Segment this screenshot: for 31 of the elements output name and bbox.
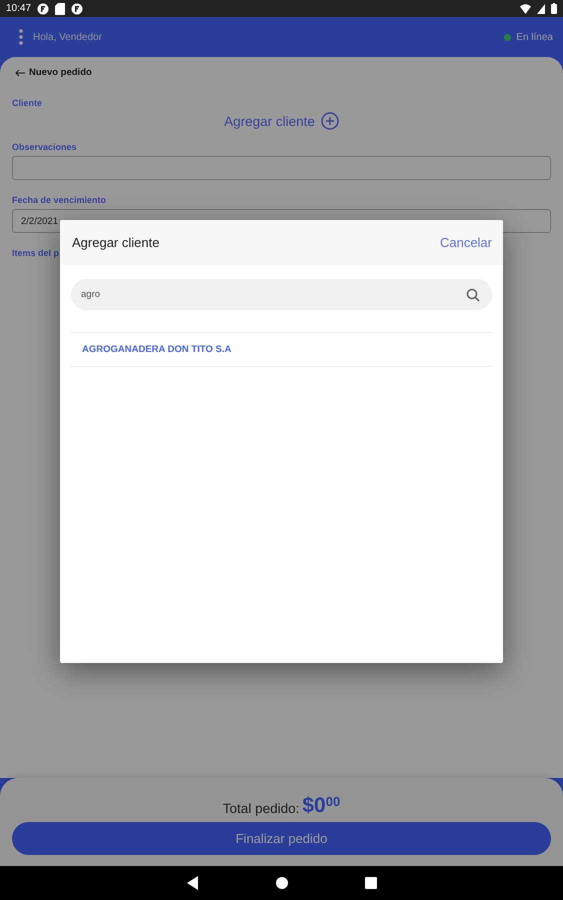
search-field[interactable]: agro [71, 279, 492, 310]
field-label: Fecha de vencimiento [12, 195, 108, 205]
field-label: Cliente [12, 98, 44, 108]
search-icon[interactable] [466, 288, 480, 302]
back-arrow-icon[interactable] [15, 68, 25, 76]
app-notification-icon [71, 2, 84, 14]
app-notification-icon [37, 2, 50, 14]
wifi-icon [520, 4, 531, 14]
dialog-title: Agregar cliente [72, 235, 160, 250]
menu-icon[interactable] [19, 29, 23, 45]
add-client-button[interactable]: Agregar cliente [224, 112, 339, 130]
battery-icon [551, 3, 557, 14]
finish-order-button[interactable]: Finalizar pedido [12, 822, 551, 855]
page-title: Nuevo pedido [29, 67, 92, 78]
recents-icon[interactable] [364, 877, 376, 889]
cancel-button[interactable]: Cancelar [440, 235, 492, 250]
total-cents: 00 [326, 794, 340, 809]
field-label: Items del p [12, 248, 60, 258]
clock-time: 10:47 [6, 3, 32, 14]
back-icon[interactable] [186, 876, 198, 890]
notes-field[interactable] [12, 156, 551, 180]
total-amount: $0 [302, 794, 326, 818]
field-label: Observaciones [12, 142, 78, 152]
sd-card-icon [55, 2, 66, 14]
greeting-text: Hola, Vendedor [33, 32, 102, 42]
signal-icon [537, 4, 545, 14]
client-result-item[interactable]: AGROGANADERA DON TITO S.A [71, 333, 492, 367]
add-circle-icon [320, 112, 339, 130]
total-label: Total pedido: [222, 801, 300, 816]
home-icon[interactable] [276, 877, 288, 889]
connection-status: En línea [516, 32, 553, 42]
